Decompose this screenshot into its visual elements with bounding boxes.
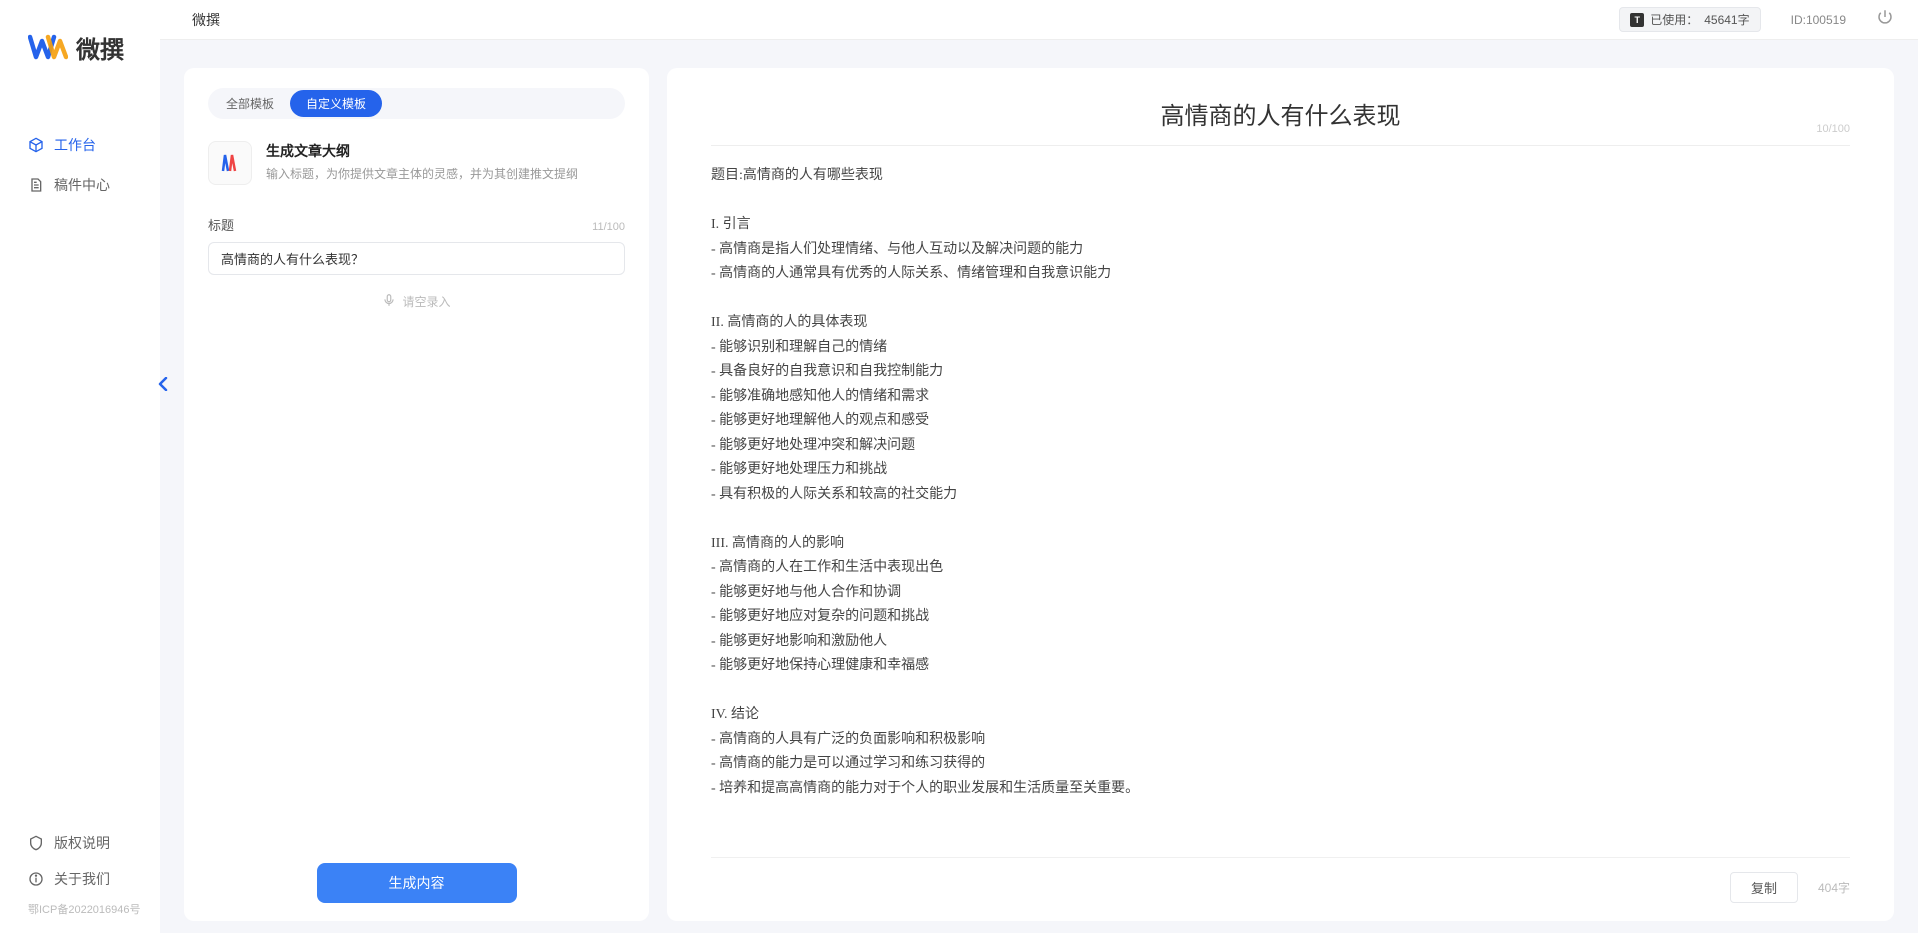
text-badge-icon: T: [1630, 13, 1644, 27]
nav-item-workspace[interactable]: 工作台: [0, 125, 160, 165]
footer-item-label: 关于我们: [54, 869, 110, 889]
content: 全部模板 自定义模板 生成文章大纲 输入标题，为你提供文章主体的灵感，并为其创建…: [160, 40, 1918, 933]
word-count: 404字: [1818, 879, 1850, 896]
result-body[interactable]: 题目:高情商的人有哪些表现 I. 引言 - 高情商是指人们处理情绪、与他人互动以…: [711, 164, 1850, 801]
footer-item-about[interactable]: 关于我们: [0, 861, 160, 897]
input-panel: 全部模板 自定义模板 生成文章大纲 输入标题，为你提供文章主体的灵感，并为其创建…: [184, 68, 649, 921]
topbar: 微撰 T 已使用： 45641字 ID:100519: [160, 0, 1918, 40]
title-field-counter: 11/100: [592, 221, 625, 233]
info-icon: [28, 871, 44, 887]
nav-item-label: 稿件中心: [54, 175, 110, 195]
voice-hint-label: 请空录入: [402, 293, 450, 310]
nav-item-drafts[interactable]: 稿件中心: [0, 165, 160, 205]
title-field-block: 标题 11/100: [208, 215, 625, 275]
template-info: 生成文章大纲 输入标题，为你提供文章主体的灵感，并为其创建推文提纲: [266, 141, 578, 182]
cube-icon: [28, 137, 44, 153]
tab-all-templates[interactable]: 全部模板: [210, 90, 290, 117]
sidebar-collapse-handle[interactable]: [156, 374, 170, 394]
result-footer: 复制 404字: [711, 857, 1850, 903]
footer-item-label: 版权说明: [54, 833, 110, 853]
result-title: 高情商的人有什么表现: [711, 96, 1850, 131]
generate-button[interactable]: 生成内容: [317, 863, 517, 903]
title-field-label: 标题: [208, 215, 234, 234]
voice-input-hint[interactable]: 请空录入: [208, 293, 625, 310]
nav-list: 工作台 稿件中心: [0, 95, 160, 205]
sidebar: 微撰 工作台 稿件中心 版权: [0, 0, 160, 933]
tab-custom-templates[interactable]: 自定义模板: [290, 90, 382, 117]
main: 微撰 T 已使用： 45641字 ID:100519 全部模板 自定义模板: [160, 0, 1918, 933]
template-tabs: 全部模板 自定义模板: [208, 88, 625, 119]
icp-notice: 鄂ICP备2022016946号: [0, 897, 160, 923]
shield-icon: [28, 835, 44, 851]
result-title-counter: 10/100: [1816, 123, 1850, 135]
brand-mark-icon: [28, 33, 68, 63]
brand-logo: 微撰: [0, 30, 160, 95]
usage-label-prefix: 已使用：: [1650, 11, 1698, 28]
template-title: 生成文章大纲: [266, 141, 578, 161]
topbar-right: T 已使用： 45641字 ID:100519: [1619, 7, 1894, 32]
usage-chip[interactable]: T 已使用： 45641字: [1619, 7, 1760, 32]
microphone-icon: [382, 293, 396, 310]
user-id: ID:100519: [1791, 13, 1846, 27]
power-icon[interactable]: [1876, 8, 1894, 31]
footer-item-copyright[interactable]: 版权说明: [0, 825, 160, 861]
template-desc: 输入标题，为你提供文章主体的灵感，并为其创建推文提纲: [266, 165, 578, 182]
title-input[interactable]: [208, 242, 625, 275]
template-thumb-icon: [208, 141, 252, 185]
copy-button[interactable]: 复制: [1730, 872, 1798, 903]
result-panel: 高情商的人有什么表现 10/100 题目:高情商的人有哪些表现 I. 引言 - …: [667, 68, 1894, 921]
page-title: 微撰: [184, 10, 220, 30]
result-header: 高情商的人有什么表现 10/100: [711, 96, 1850, 146]
document-icon: [28, 177, 44, 193]
usage-value: 45641字: [1704, 11, 1749, 28]
brand-name: 微撰: [76, 30, 124, 65]
template-card: 生成文章大纲 输入标题，为你提供文章主体的灵感，并为其创建推文提纲: [208, 141, 625, 185]
sidebar-footer: 版权说明 关于我们 鄂ICP备2022016946号: [0, 825, 160, 933]
nav-item-label: 工作台: [54, 135, 96, 155]
